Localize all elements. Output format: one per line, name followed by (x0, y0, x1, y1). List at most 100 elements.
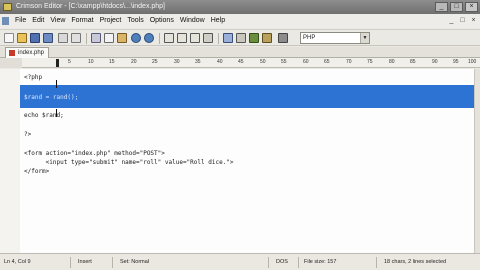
column-mode-icon[interactable] (236, 33, 246, 43)
document-icon[interactable] (2, 17, 9, 25)
language-select-value: PHP (303, 35, 316, 41)
menu-tools[interactable]: Tools (124, 14, 146, 28)
replace-icon[interactable] (177, 33, 187, 43)
toolbar-separator (86, 33, 87, 44)
text-cursor-top (56, 80, 57, 88)
save-all-icon[interactable] (43, 33, 53, 43)
editor-window: Crimson Editor - [C:\xampp\htdocs\...\in… (0, 0, 480, 270)
menu-help[interactable]: Help (208, 14, 228, 28)
ruler-mark: 60 (303, 59, 309, 65)
document-tabs: index.php (0, 47, 480, 58)
ruler-mark: 85 (410, 59, 416, 65)
ruler-mark: 70 (346, 59, 352, 65)
maximize-button[interactable]: □ (450, 2, 463, 12)
copy-icon[interactable] (104, 33, 114, 43)
menu-edit[interactable]: Edit (29, 14, 47, 28)
menu-format[interactable]: Format (68, 14, 96, 28)
ruler-mark: 10 (88, 59, 94, 65)
vertical-scrollbar[interactable] (474, 69, 480, 253)
status-divider (268, 257, 269, 268)
chevron-down-icon[interactable]: ▼ (360, 33, 369, 43)
menu-project[interactable]: Project (97, 14, 125, 28)
ruler-mark: 40 (217, 59, 223, 65)
php-file-icon (9, 50, 15, 56)
status-divider (70, 257, 71, 268)
status-divider (376, 257, 377, 268)
open-folder-icon[interactable] (17, 33, 27, 43)
menu-view[interactable]: View (47, 14, 68, 28)
ruler-mark: 90 (432, 59, 438, 65)
text-selection (20, 85, 475, 108)
code-editor[interactable]: <?php $rand = rand(); echo $rand; ?> <fo… (0, 69, 480, 253)
toggle-icon[interactable] (262, 33, 272, 43)
insert-mode: Insert (78, 259, 92, 265)
code-line-5: echo $rand; (24, 112, 64, 119)
toolbar: PHP ▼ (0, 29, 480, 46)
code-line-11: </form> (24, 168, 50, 175)
window-title: Crimson Editor - [C:\xampp\htdocs\...\in… (16, 3, 166, 10)
redo-icon[interactable] (144, 33, 154, 43)
ruler-mark: 15 (109, 59, 115, 65)
find-next-icon[interactable] (190, 33, 200, 43)
status-divider (298, 257, 299, 268)
toolbar-separator (159, 33, 160, 44)
code-line-1: <?php (24, 74, 43, 81)
word-wrap-icon[interactable] (223, 33, 233, 43)
status-divider (112, 257, 113, 268)
menu-file[interactable]: File (12, 14, 29, 28)
paste-icon[interactable] (117, 33, 127, 43)
doc-close-button[interactable]: × (469, 16, 478, 25)
close-button[interactable]: × (465, 2, 478, 12)
line-ending-format: DOS (276, 259, 288, 265)
cut-icon[interactable] (91, 33, 101, 43)
ruler-mark: 20 (131, 59, 137, 65)
ruler-mark: 80 (389, 59, 395, 65)
ruler-caret-marker (56, 59, 59, 67)
ruler-mark: 75 (367, 59, 373, 65)
menu-bar: File Edit View Format Project Tools Opti… (0, 14, 480, 28)
ruler-mark: 50 (260, 59, 266, 65)
save-icon[interactable] (30, 33, 40, 43)
editor-gutter (0, 69, 20, 253)
ruler-mark: 95 (453, 59, 459, 65)
document-controls: _ □ × (447, 16, 478, 25)
toolbar-separator (218, 33, 219, 44)
ruler-mark: 30 (174, 59, 180, 65)
code-line-10: <input type="submit" name="roll" value="… (24, 159, 234, 166)
ruler-mark: 45 (238, 59, 244, 65)
doc-minimize-button[interactable]: _ (447, 16, 456, 25)
bookmark-icon[interactable] (249, 33, 259, 43)
doc-restore-button[interactable]: □ (458, 16, 467, 25)
app-icon (3, 3, 12, 11)
print-preview-icon[interactable] (71, 33, 81, 43)
selection-info: 18 chars, 2 lines selected (384, 259, 447, 265)
menu-options[interactable]: Options (147, 14, 177, 28)
status-bar: Ln 4, Col 9 Insert Set: Normal DOS File … (0, 253, 480, 270)
ruler-mark: 100 (468, 59, 477, 65)
menu-window[interactable]: Window (177, 14, 208, 28)
cursor-position: Ln 4, Col 9 (4, 259, 31, 265)
file-size: File size: 157 (304, 259, 337, 265)
ruler-mark: 65 (324, 59, 330, 65)
title-bar[interactable]: Crimson Editor - [C:\xampp\htdocs\...\in… (0, 0, 480, 14)
run-icon[interactable] (278, 33, 288, 43)
ruler-gutter (0, 58, 22, 68)
find-icon[interactable] (164, 33, 174, 43)
undo-icon[interactable] (131, 33, 141, 43)
ruler-mark: 35 (195, 59, 201, 65)
print-icon[interactable] (58, 33, 68, 43)
language-select[interactable]: PHP ▼ (300, 32, 370, 44)
ruler-mark: 55 (281, 59, 287, 65)
tab-label: index.php (18, 50, 45, 56)
ruler-mark: 5 (68, 59, 71, 65)
code-line-9: <form action="index.php" method="POST"> (24, 150, 165, 157)
character-set: Set: Normal (120, 259, 150, 265)
new-file-icon[interactable] (4, 33, 14, 43)
minimize-button[interactable]: _ (435, 2, 448, 12)
tab-index-php[interactable]: index.php (5, 47, 49, 58)
ruler-mark: 25 (152, 59, 158, 65)
go-to-icon[interactable] (203, 33, 213, 43)
window-controls: _ □ × (435, 2, 478, 12)
code-line-3: $rand = rand(); (24, 94, 79, 101)
column-ruler: 5 10 15 20 25 30 35 40 45 50 55 60 65 70… (0, 58, 480, 68)
